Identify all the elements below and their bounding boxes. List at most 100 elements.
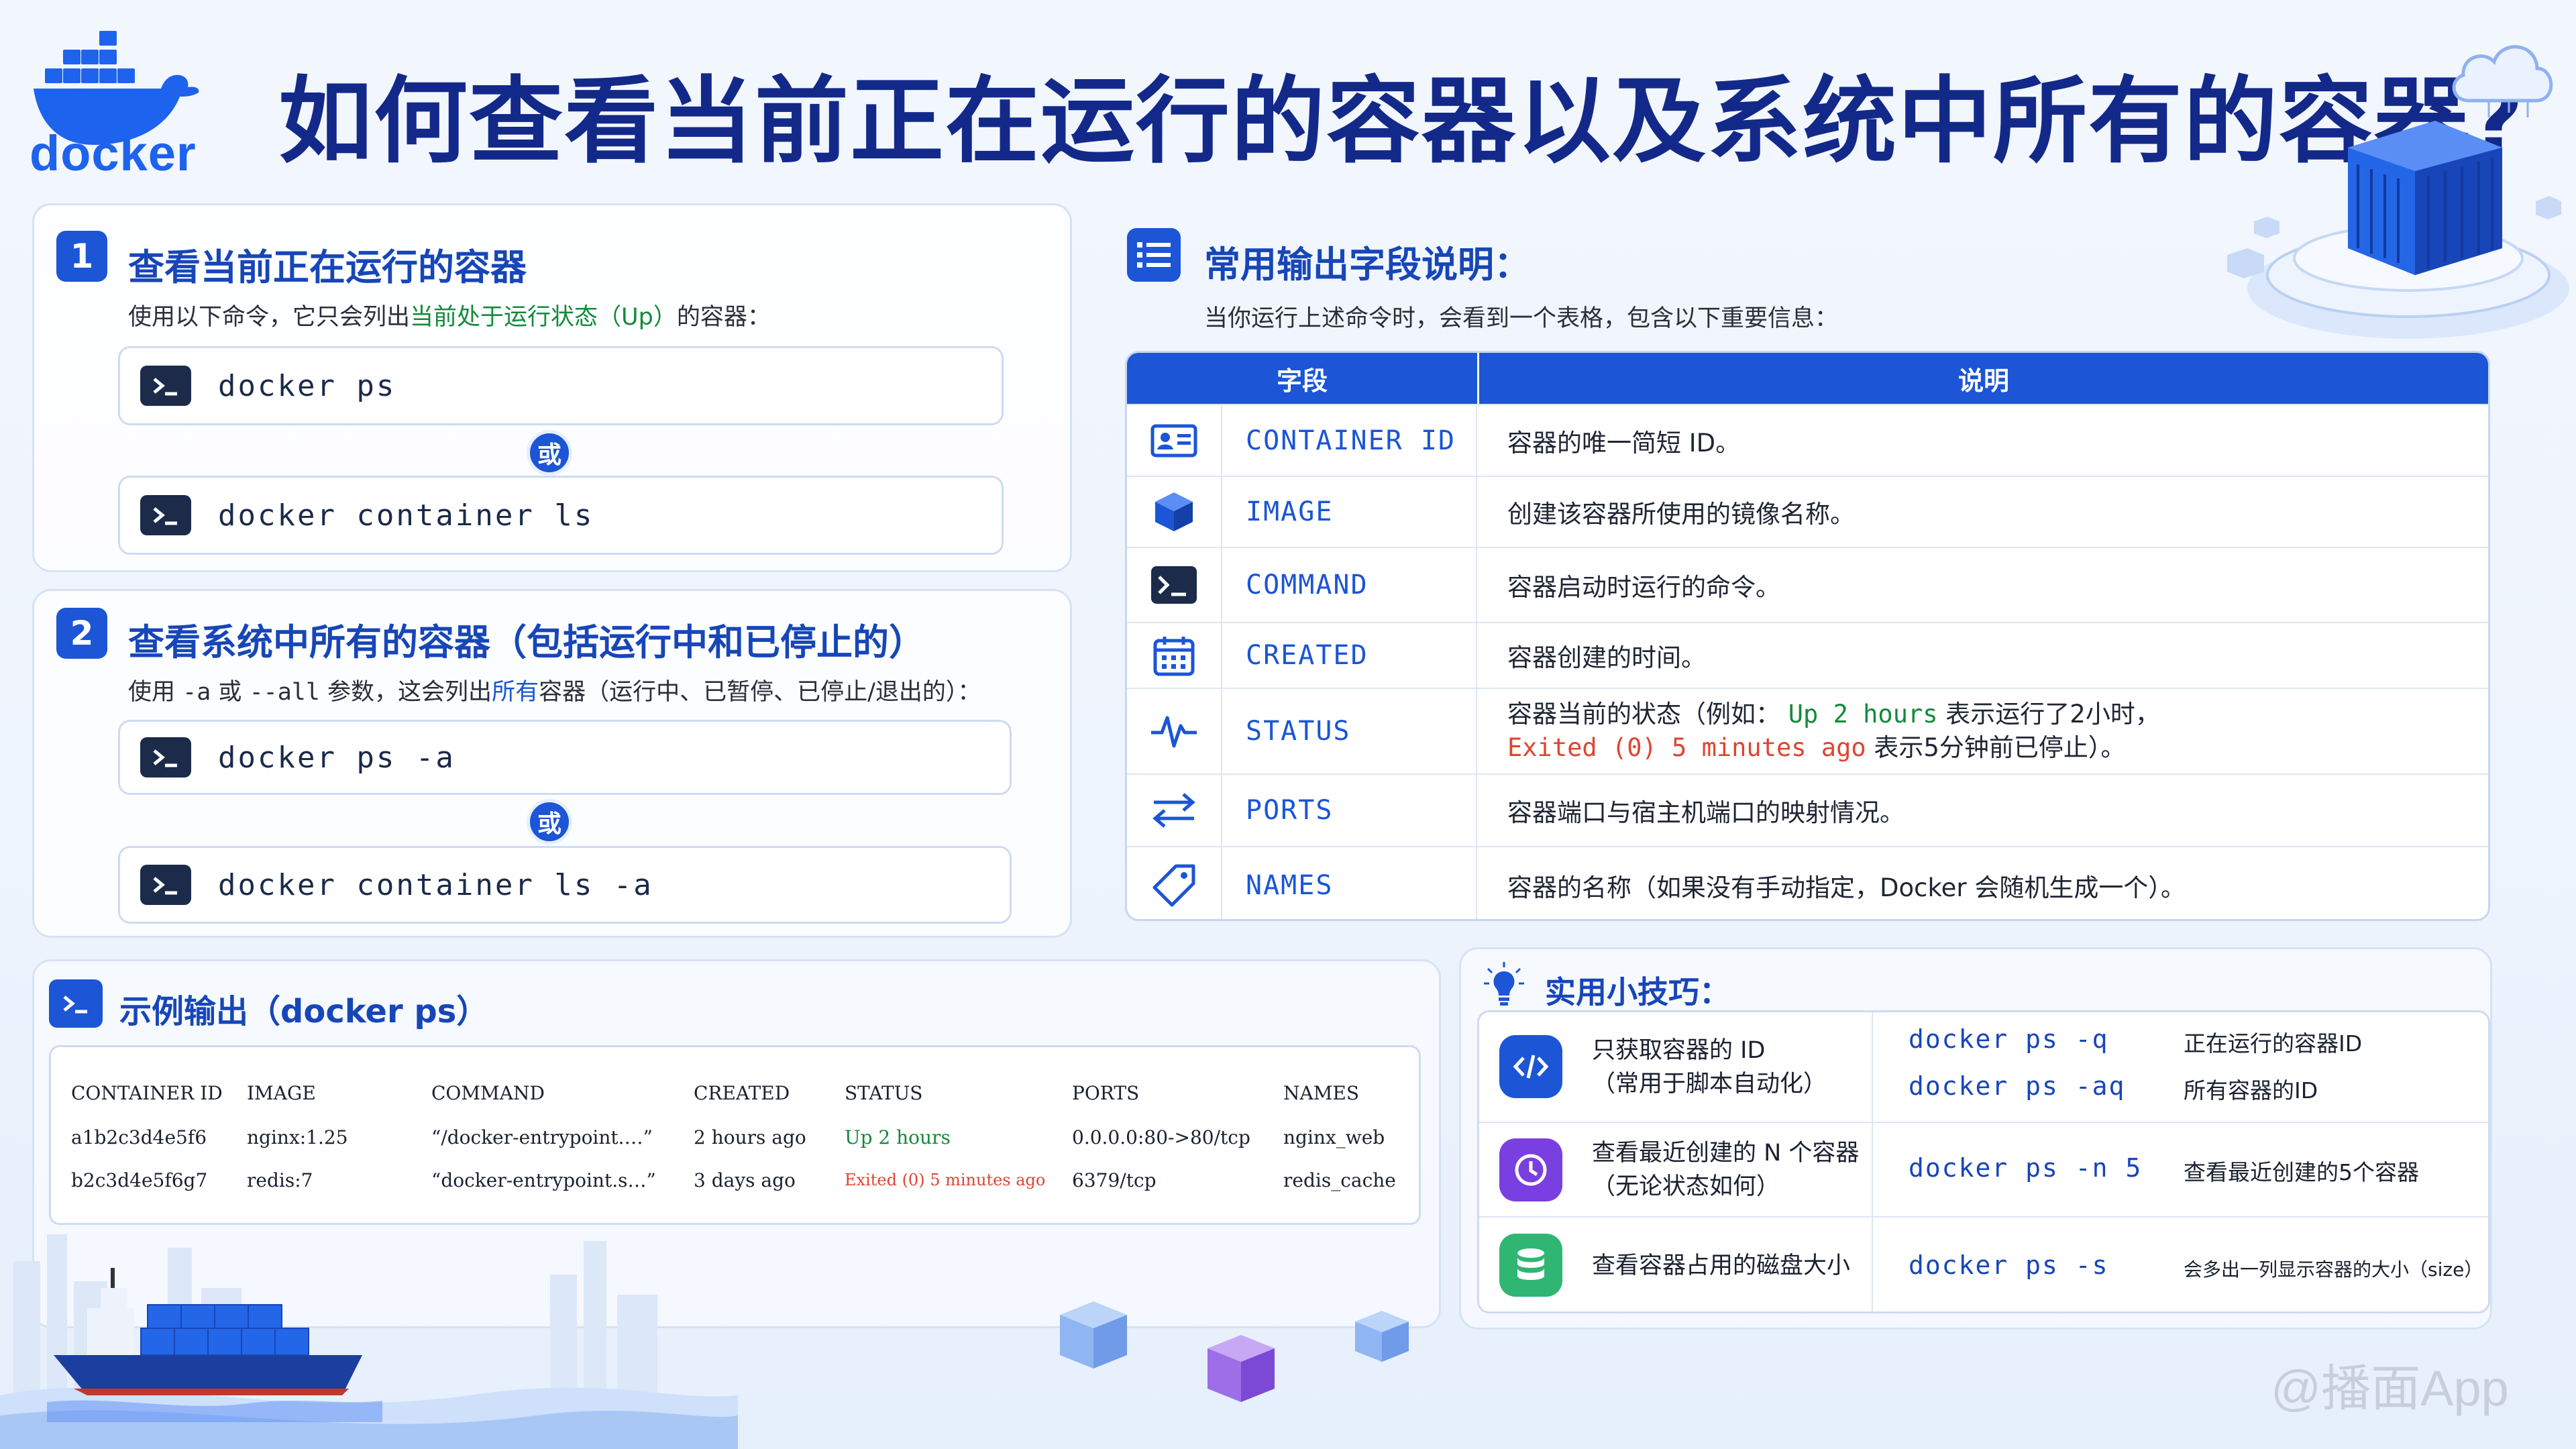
tip-text: 只获取容器的 ID （常用于脚本自动化） — [1592, 1034, 1827, 1101]
column-header: IMAGE — [247, 1082, 316, 1104]
arrows-icon — [1127, 775, 1222, 846]
tips-table: 只获取容器的 ID （常用于脚本自动化） docker ps -q 正在运行的容… — [1477, 1010, 2490, 1313]
column-header-field: 字段 — [1276, 366, 1328, 396]
command-box-docker-container-ls-a[interactable]: docker container ls -a — [118, 846, 1012, 924]
code-icon — [1499, 1035, 1562, 1098]
command-text[interactable]: docker ps — [218, 369, 396, 403]
field-name: CREATED — [1222, 623, 1477, 688]
field-description: 容器的名称（如果没有手动指定，Docker 会随机生成一个）。 — [1507, 873, 2186, 902]
section-description: 使用以下命令，它只会列出当前处于运行状态（Up）的容器： — [128, 298, 771, 332]
column-header-desc: 说明 — [1477, 353, 2488, 404]
tip-note: 所有容器的ID — [2184, 1077, 2318, 1104]
field-description: 容器的唯一简短 ID。 — [1507, 428, 1741, 458]
table-cell: 6379/tcp — [1072, 1169, 1157, 1191]
fields-table: 字段 说明 CONTAINER ID 容器的唯一简短 ID。 IMAGE 创建该… — [1125, 351, 2490, 921]
tip-line: 查看最近创建的 N 个容器 — [1592, 1140, 1860, 1167]
table-row: PORTS 容器端口与宿主机端口的映射情况。 — [1127, 773, 2488, 846]
status-up-example: Up 2 hours — [1788, 700, 1938, 729]
command-text[interactable]: docker container ls -a — [218, 868, 653, 902]
table-cell: Exited (0) 5 minutes ago — [845, 1171, 1046, 1189]
table-row: IMAGE 创建该容器所使用的镜像名称。 — [1127, 476, 2488, 547]
tip-command[interactable]: docker ps -n 5 — [1909, 1153, 2142, 1183]
field-name: IMAGE — [1222, 477, 1477, 547]
table-row: CREATED 容器创建的时间。 — [1127, 622, 2488, 688]
or-badge: 或 — [527, 430, 572, 476]
pulse-icon — [1127, 689, 1222, 773]
section-running-containers: 1 查看当前正在运行的容器 使用以下命令，它只会列出当前处于运行状态（Up）的容… — [32, 203, 1072, 572]
list-icon — [1127, 228, 1181, 282]
desc-text: 的容器： — [676, 304, 771, 331]
terminal-icon — [140, 865, 191, 905]
desc-text: 或 — [211, 679, 250, 706]
fields-title: 常用输出字段说明： — [1204, 244, 1530, 286]
section-title: 查看系统中所有的容器（包括运行中和已停止的） — [128, 621, 925, 663]
field-description: 容器创建的时间。 — [1507, 643, 1706, 672]
table-cell: Up 2 hours — [845, 1126, 951, 1148]
column-header: PORTS — [1072, 1082, 1140, 1104]
command-box-docker-ps[interactable]: docker ps — [118, 346, 1004, 425]
tip-line: （无论状态如何） — [1592, 1173, 1780, 1200]
command-box-docker-container-ls[interactable]: docker container ls — [118, 476, 1004, 555]
tip-line: 查看容器占用的磁盘大小 — [1592, 1252, 1851, 1279]
column-header: STATUS — [845, 1082, 923, 1104]
table-row: STATUS 容器当前的状态（例如： Up 2 hours 表示运行了2小时， … — [1127, 688, 2488, 773]
tip-note: 正在运行的容器ID — [2184, 1030, 2363, 1057]
column-header: COMMAND — [431, 1082, 545, 1104]
cloud-icon — [2452, 45, 2553, 117]
terminal-icon — [140, 495, 191, 535]
floating-cubes-illustration — [1060, 1301, 1409, 1402]
table-cell: 0.0.0.0:80->80/tcp — [1072, 1126, 1250, 1148]
tag-icon — [1127, 847, 1222, 919]
or-badge: 或 — [527, 799, 572, 845]
desc-text: 容器当前的状态（例如： — [1507, 700, 1780, 729]
field-name: COMMAND — [1222, 548, 1477, 622]
desc-text: 表示5分钟前已停止）。 — [1874, 733, 2126, 762]
terminal-icon — [1127, 548, 1222, 622]
command-box-docker-ps-a[interactable]: docker ps -a — [118, 720, 1012, 795]
table-cell: “docker-entrypoint.s…” — [431, 1169, 656, 1191]
watermark: @播面App — [2271, 1360, 2509, 1416]
tips-title: 实用小技巧： — [1545, 974, 1730, 1010]
field-description: 容器启动时运行的命令。 — [1507, 573, 1780, 602]
section-number-badge: 1 — [56, 231, 107, 282]
tip-note: 会多出一列显示容器的大小（size） — [2184, 1258, 2483, 1281]
table-row: COMMAND 容器启动时运行的命令。 — [1127, 547, 2488, 622]
divider — [1872, 1012, 1873, 1311]
field-name: PORTS — [1222, 775, 1477, 846]
section-description: 使用 -a 或 --all 参数，这会列出所有容器（运行中、已暂停、已停止/退出… — [128, 673, 981, 707]
tip-command[interactable]: docker ps -aq — [1909, 1071, 2125, 1101]
desc-text: 使用以下命令，它只会列出 — [128, 304, 411, 331]
tip-line: 只获取容器的 ID — [1592, 1037, 1766, 1064]
flag-text: --all — [249, 679, 320, 706]
tip-line: （常用于脚本自动化） — [1592, 1071, 1827, 1097]
terminal-icon — [140, 737, 191, 777]
clock-icon — [1499, 1138, 1562, 1201]
table-row: NAMES 容器的名称（如果没有手动指定，Docker 会随机生成一个）。 — [1127, 846, 2488, 919]
status-desc-line: Exited (0) 5 minutes ago 表示5分钟前已停止）。 — [1507, 731, 2488, 765]
desc-text: 容器（运行中、已暂停、已停止/退出的）： — [539, 679, 981, 706]
desc-highlight: 当前处于运行状态（Up） — [410, 304, 677, 331]
column-header: CREATED — [694, 1082, 790, 1104]
column-header: NAMES — [1283, 1082, 1360, 1104]
desc-text: 表示运行了2小时， — [1945, 700, 2160, 729]
table-cell: nginx_web — [1283, 1126, 1385, 1148]
field-name: NAMES — [1222, 847, 1477, 919]
fields-description: 当你运行上述命令时，会看到一个表格，包含以下重要信息： — [1204, 305, 1839, 332]
command-text[interactable]: docker container ls — [218, 498, 594, 533]
table-cell: 2 hours ago — [694, 1126, 806, 1148]
desc-text: 使用 — [128, 679, 183, 706]
desc-highlight: 所有 — [492, 679, 539, 706]
terminal-icon — [140, 366, 191, 406]
command-text[interactable]: docker ps -a — [218, 741, 455, 775]
database-icon — [1499, 1234, 1562, 1297]
tip-text: 查看容器占用的磁盘大小 — [1592, 1249, 1850, 1283]
cube-icon — [1127, 477, 1222, 547]
flag-text: -a — [182, 679, 211, 706]
tip-command[interactable]: docker ps -s — [1909, 1250, 2109, 1280]
tip-text: 查看最近创建的 N 个容器 （无论状态如何） — [1592, 1136, 1859, 1203]
column-header: CONTAINER ID — [71, 1082, 223, 1104]
field-name: CONTAINER ID — [1222, 405, 1477, 476]
tip-command[interactable]: docker ps -q — [1909, 1024, 2109, 1054]
example-title: 示例输出（docker ps） — [119, 993, 489, 1030]
field-description: 创建该容器所使用的镜像名称。 — [1507, 500, 1855, 529]
